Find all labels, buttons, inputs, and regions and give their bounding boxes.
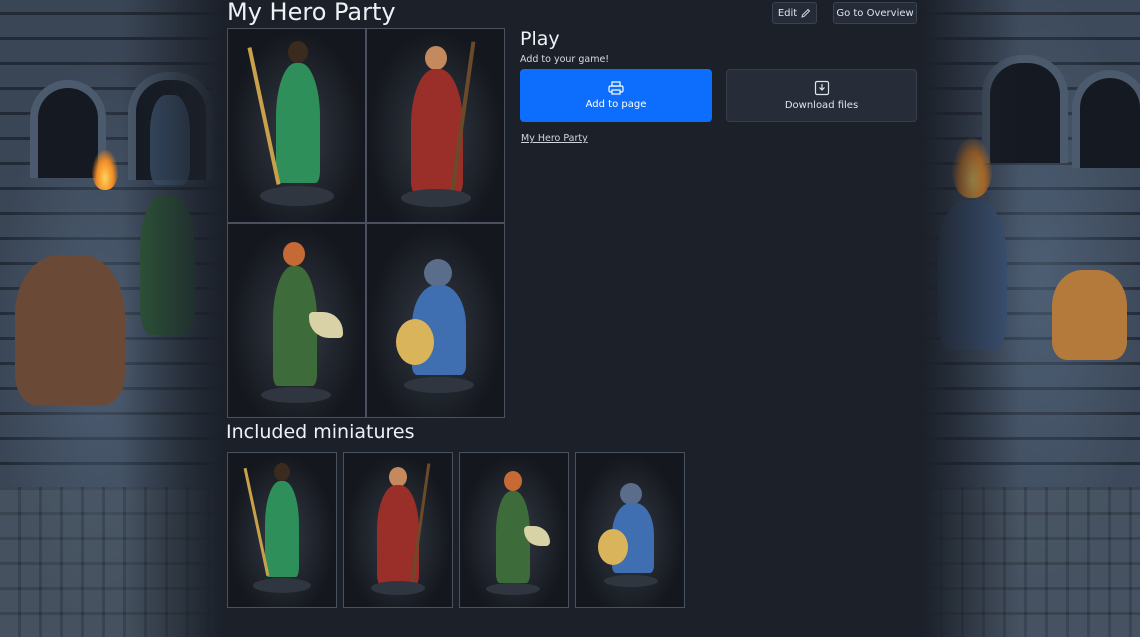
miniature-card-cleric[interactable] — [366, 28, 505, 223]
page-title: My Hero Party — [227, 0, 396, 26]
download-files-label: Download files — [784, 100, 859, 111]
dwarf-figure — [386, 259, 486, 409]
cleric-figure — [391, 41, 481, 216]
download-icon — [814, 80, 829, 96]
miniature-thumb-cleric[interactable] — [343, 452, 453, 608]
torch-icon — [952, 138, 992, 198]
play-subtitle: Add to your game! — [520, 54, 610, 65]
miniature-card-sorceress[interactable] — [227, 28, 366, 223]
main-panel: My Hero Party Edit Go to Overview Play A… — [222, 0, 922, 637]
play-heading: Play — [520, 28, 560, 50]
miniature-thumb-sorceress[interactable] — [227, 452, 337, 608]
edit-button[interactable]: Edit — [772, 2, 817, 24]
add-to-page-label: Add to page — [585, 99, 647, 110]
party-link[interactable]: My Hero Party — [521, 133, 588, 144]
add-to-page-button[interactable]: Add to page — [520, 69, 712, 122]
miniature-card-dwarf[interactable] — [366, 223, 505, 418]
download-files-button[interactable]: Download files — [726, 69, 917, 122]
miniature-thumb-dwarf[interactable] — [575, 452, 685, 608]
edit-button-label: Edit — [777, 7, 798, 19]
right-dungeon-background — [922, 0, 1140, 637]
torch-icon — [92, 150, 118, 190]
sorceress-figure — [246, 41, 342, 216]
miniature-thumb-bard[interactable] — [459, 452, 569, 608]
printer-icon — [608, 81, 624, 95]
go-to-overview-label: Go to Overview — [836, 7, 914, 19]
included-miniatures-heading: Included miniatures — [226, 421, 415, 443]
bard-figure — [247, 242, 347, 412]
party-image-grid — [227, 28, 505, 418]
go-to-overview-button[interactable]: Go to Overview — [833, 2, 917, 24]
pencil-icon — [801, 8, 811, 18]
left-dungeon-background — [0, 0, 222, 637]
miniature-card-bard[interactable] — [227, 223, 366, 418]
